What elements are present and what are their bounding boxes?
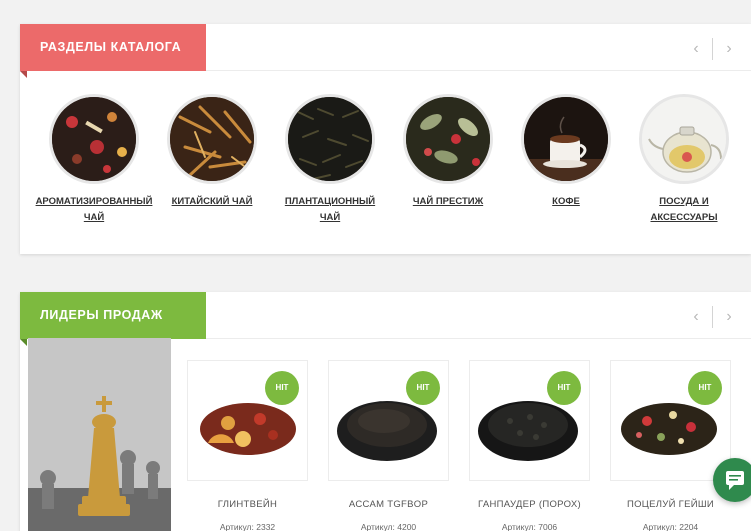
next-arrow-icon[interactable]: ›	[721, 40, 737, 58]
product-name[interactable]: АССАМ TGFBOP	[328, 499, 449, 510]
hit-badge: HIT	[265, 371, 299, 405]
catalog-item-label[interactable]: АРОМАТИЗИРОВАННЫЙ ЧАЙ	[35, 194, 153, 226]
product-image[interactable]: HIT	[187, 360, 308, 481]
product-sku: Артикул: 2332	[219, 522, 276, 531]
product-sku: Артикул: 2204	[642, 522, 699, 531]
product-sku: Артикул: 7006	[501, 522, 558, 531]
catalog-item-plantation-tea[interactable]: ПЛАНТАЦИОННЫЙ ЧАЙ	[271, 94, 389, 226]
catalog-item-tableware[interactable]: ПОСУДА И АКСЕССУАРЫ	[625, 94, 743, 226]
nav-divider	[712, 306, 713, 328]
catalog-carousel-nav: ‹ ›	[688, 38, 737, 60]
product-sku: Артикул: 4200	[360, 522, 417, 531]
chinese-tea-image	[167, 94, 257, 184]
prev-arrow-icon[interactable]: ‹	[688, 40, 704, 58]
nav-divider	[712, 38, 713, 60]
product-image[interactable]: HIT	[469, 360, 590, 481]
product-card[interactable]: HIT ГЛИНТВЕЙН Артикул: 2332	[187, 360, 308, 531]
bestsellers-carousel-nav: ‹ ›	[688, 306, 737, 328]
product-name[interactable]: ГЛИНТВЕЙН	[187, 499, 308, 510]
prev-arrow-icon[interactable]: ‹	[688, 308, 704, 326]
catalog-item-label[interactable]: КОФЕ	[507, 194, 625, 210]
bestsellers-panel: ЛИДЕРЫ ПРОДАЖ ‹ › HIT ГЛИНТВЕЙН Артикул:…	[20, 292, 751, 531]
bestsellers-title: ЛИДЕРЫ ПРОДАЖ	[20, 292, 206, 339]
catalog-item-chinese-tea[interactable]: КИТАЙСКИЙ ЧАЙ	[153, 94, 271, 210]
catalog-item-prestige-tea[interactable]: ЧАЙ ПРЕСТИЖ	[389, 94, 507, 210]
tableware-image	[639, 94, 729, 184]
catalog-header: РАЗДЕЛЫ КАТАЛОГА ‹ ›	[20, 24, 751, 71]
product-card[interactable]: HIT АССАМ TGFBOP Артикул: 4200	[328, 360, 449, 531]
chat-button[interactable]	[713, 458, 751, 502]
product-card[interactable]: HIT ГАНПАУДЕР (ПОРОХ) Артикул: 7006	[469, 360, 590, 531]
hit-badge: HIT	[688, 371, 722, 405]
product-image[interactable]: HIT	[328, 360, 449, 481]
next-arrow-icon[interactable]: ›	[721, 308, 737, 326]
catalog-list: АРОМАТИЗИРОВАННЫЙ ЧАЙ КИТАЙСКИЙ ЧАЙ ПЛАН…	[20, 94, 751, 234]
hit-badge: HIT	[547, 371, 581, 405]
bestsellers-header: ЛИДЕРЫ ПРОДАЖ ‹ ›	[20, 292, 751, 339]
hit-badge: HIT	[406, 371, 440, 405]
catalog-item-coffee[interactable]: КОФЕ	[507, 94, 625, 210]
catalog-item-flavored-tea[interactable]: АРОМАТИЗИРОВАННЫЙ ЧАЙ	[35, 94, 153, 226]
prestige-tea-image	[403, 94, 493, 184]
chess-king-promo-image[interactable]	[28, 338, 171, 531]
product-card[interactable]: HIT ПОЦЕЛУЙ ГЕЙШИ Артикул: 2204	[610, 360, 731, 531]
catalog-item-label[interactable]: КИТАЙСКИЙ ЧАЙ	[153, 194, 271, 210]
catalog-item-label[interactable]: ПЛАНТАЦИОННЫЙ ЧАЙ	[271, 194, 389, 226]
product-name[interactable]: ГАНПАУДЕР (ПОРОХ)	[469, 499, 590, 510]
tab-fold	[20, 339, 27, 346]
catalog-item-label[interactable]: ПОСУДА И АКСЕССУАРЫ	[625, 194, 743, 226]
plantation-tea-image	[285, 94, 375, 184]
coffee-image	[521, 94, 611, 184]
catalog-sections-panel: РАЗДЕЛЫ КАТАЛОГА ‹ › АРОМАТИЗИРОВАННЫЙ Ч…	[20, 24, 751, 254]
chat-icon	[726, 471, 744, 490]
catalog-item-label[interactable]: ЧАЙ ПРЕСТИЖ	[389, 194, 507, 210]
tab-fold	[20, 71, 27, 78]
catalog-title: РАЗДЕЛЫ КАТАЛОГА	[20, 24, 206, 71]
flavored-tea-image	[49, 94, 139, 184]
